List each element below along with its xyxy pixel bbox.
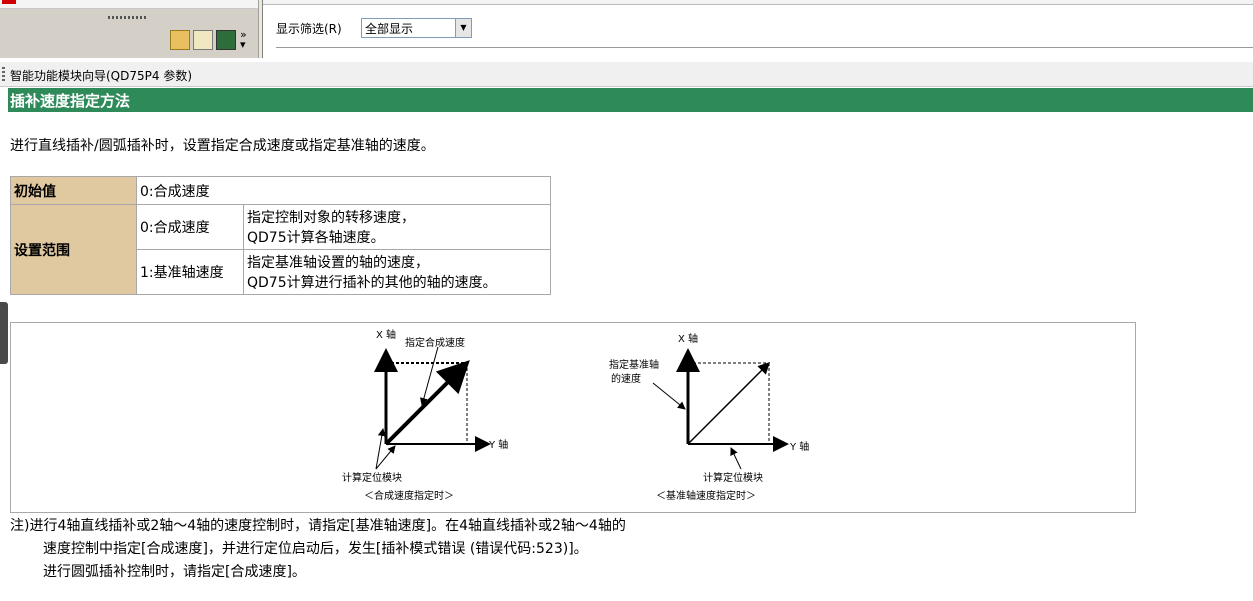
- filter-pane-tab-strip: [263, 0, 1253, 5]
- wizard-grip-icon[interactable]: [2, 67, 5, 81]
- spec-table: 初始值 0:合成速度 设置范围 0:合成速度 指定控制对象的转移速度， QD75…: [10, 176, 551, 295]
- speed-diagram: X 轴 Y 轴 指定合成速度 计算定位模块 ＜合成速度指定时＞ X 轴 Y 轴 …: [10, 322, 1136, 513]
- annot-top: 的速度: [611, 372, 641, 385]
- note-line: 速度控制中指定[合成速度]，并进行定位启动后，发生[插补模式错误 (错误代码:5…: [43, 541, 588, 557]
- range-desc: 指定控制对象的转移速度， QD75计算各轴速度。: [243, 204, 551, 250]
- table-row: 初始值 0:合成速度: [10, 176, 551, 205]
- diagram-caption: ＜基准轴速度指定时＞: [656, 489, 756, 502]
- side-panel-grip[interactable]: [0, 302, 8, 364]
- annot-arrow: [652, 382, 686, 410]
- range-desc-line: 指定控制对象的转移速度，: [247, 210, 415, 226]
- filter-select[interactable]: 全部显示 ▼: [361, 18, 472, 38]
- annot-bottom: 计算定位模块: [703, 471, 763, 484]
- section-intro: 进行直线插补/圆弧插补时，设置指定合成速度或指定基准轴的速度。: [10, 138, 435, 154]
- range-desc: 指定基准轴设置的轴的速度， QD75计算进行插补的其他的轴的速度。: [243, 249, 551, 295]
- composite-speed-diagram: X 轴 Y 轴 指定合成速度 计算定位模块 ＜合成速度指定时＞: [342, 328, 508, 502]
- annot-top: 指定合成速度: [405, 336, 465, 349]
- note-line: 注)进行4轴直线插补或2轴～4轴的速度控制时，请指定[基准轴速度]。在4轴直线插…: [10, 518, 626, 534]
- monitor-icon[interactable]: [216, 30, 236, 50]
- range-label: 设置范围: [10, 204, 137, 295]
- left-pane-red-mark: [2, 0, 16, 4]
- diagram-caption: ＜合成速度指定时＞: [364, 489, 454, 502]
- annot-top: 指定基准轴: [609, 358, 659, 371]
- annot-arrow: [730, 447, 742, 470]
- edit-icon[interactable]: [193, 30, 213, 50]
- section-heading-bar: [8, 88, 1253, 112]
- annot-bottom: 计算定位模块: [342, 471, 402, 484]
- y-axis-label: Y 轴: [789, 440, 809, 453]
- filter-divider: [276, 47, 1253, 48]
- wizard-title: 智能功能模块向导(QD75P4 参数): [10, 69, 193, 83]
- left-pane-toolbar: » ▾: [0, 0, 259, 58]
- pane-resize-grip[interactable]: [108, 16, 146, 19]
- chevron-more-icon[interactable]: » ▾: [240, 29, 247, 50]
- filter-label: 显示筛选(R): [276, 22, 342, 36]
- range-desc-line: QD75计算进行插补的其他的轴的速度。: [247, 275, 497, 291]
- reference-axis-speed-diagram: X 轴 Y 轴 指定基准轴 的速度 计算定位模块 ＜基准轴速度指定时＞: [609, 332, 809, 502]
- range-desc-line: 指定基准轴设置的轴的速度，: [247, 255, 429, 271]
- range-option: 0:合成速度: [136, 204, 244, 250]
- annot-arrow: [375, 445, 396, 470]
- note-line: 进行圆弧插补控制时，请指定[合成速度]。: [43, 564, 306, 580]
- annot-arrow: [375, 428, 386, 470]
- range-desc-line: QD75计算各轴速度。: [247, 230, 385, 246]
- initial-value: 0:合成速度: [136, 176, 551, 205]
- speed-diagram-svg: X 轴 Y 轴 指定合成速度 计算定位模块 ＜合成速度指定时＞ X 轴 Y 轴 …: [342, 328, 809, 502]
- table-row: 设置范围 0:合成速度 指定控制对象的转移速度， QD75计算各轴速度。: [10, 204, 551, 295]
- left-pane-strip: [0, 0, 258, 9]
- parameter-icon[interactable]: [170, 30, 190, 50]
- composite-vector: [384, 360, 470, 446]
- x-axis-label: X 轴: [376, 328, 396, 341]
- chevron-down-icon[interactable]: ▼: [455, 19, 471, 37]
- reference-vector: [687, 361, 771, 445]
- section-title: 插补速度指定方法: [10, 92, 131, 110]
- x-axis-label: X 轴: [678, 332, 698, 345]
- initial-label: 初始值: [10, 176, 137, 205]
- filter-select-value: 全部显示: [365, 22, 414, 36]
- y-axis-label: Y 轴: [488, 438, 508, 451]
- range-option: 1:基准轴速度: [136, 249, 244, 295]
